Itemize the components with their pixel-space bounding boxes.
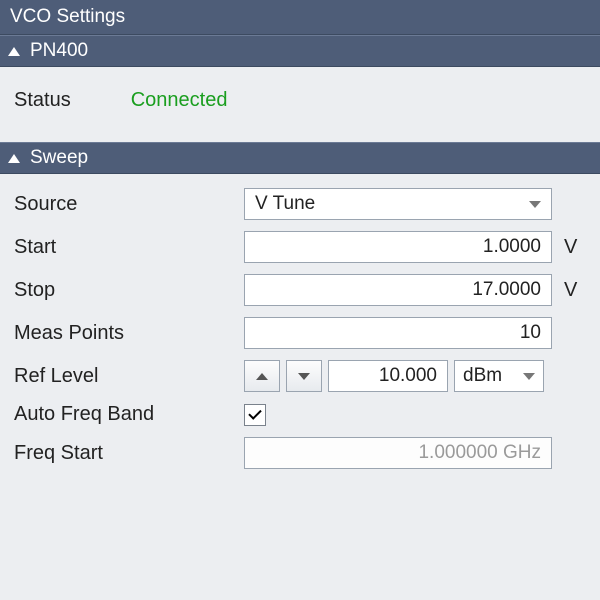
ref-level-input[interactable] — [328, 360, 448, 392]
meas-points-label: Meas Points — [14, 322, 244, 345]
row-source: Source V Tune — [14, 188, 586, 220]
stop-label: Stop — [14, 279, 244, 302]
source-select-value: V Tune — [255, 193, 315, 215]
row-stop: Stop V — [14, 274, 586, 306]
row-ref-level: Ref Level dBm — [14, 360, 586, 392]
ref-level-label: Ref Level — [14, 365, 244, 388]
start-label: Start — [14, 236, 244, 259]
section-sweep-name: Sweep — [30, 147, 88, 169]
source-select[interactable]: V Tune — [244, 188, 552, 220]
ref-level-up-button[interactable] — [244, 360, 280, 392]
section-device-name: PN400 — [30, 40, 88, 62]
triangle-down-icon — [298, 373, 310, 380]
auto-freq-band-label: Auto Freq Band — [14, 403, 244, 426]
row-freq-start: Freq Start — [14, 437, 586, 469]
row-meas-points: Meas Points — [14, 317, 586, 349]
ref-level-unit-value: dBm — [463, 365, 502, 387]
collapse-icon — [8, 154, 20, 163]
triangle-up-icon — [256, 373, 268, 380]
ref-level-down-button[interactable] — [286, 360, 322, 392]
ref-level-unit-select[interactable]: dBm — [454, 360, 544, 392]
source-label: Source — [14, 193, 244, 216]
panel-title: VCO Settings — [0, 0, 600, 35]
start-unit: V — [564, 236, 586, 259]
meas-points-input[interactable] — [244, 317, 552, 349]
row-auto-freq-band: Auto Freq Band — [14, 403, 586, 426]
chevron-down-icon — [523, 373, 535, 380]
chevron-down-icon — [529, 201, 541, 208]
status-value: Connected — [131, 89, 228, 112]
freq-start-label: Freq Start — [14, 442, 244, 465]
stop-unit: V — [564, 279, 586, 302]
section-sweep-header[interactable]: Sweep — [0, 142, 600, 174]
check-icon — [248, 406, 261, 419]
row-start: Start V — [14, 231, 586, 263]
auto-freq-band-checkbox[interactable] — [244, 404, 266, 426]
start-input[interactable] — [244, 231, 552, 263]
freq-start-input — [244, 437, 552, 469]
status-block: Status Connected — [0, 67, 600, 142]
collapse-icon — [8, 47, 20, 56]
sweep-form: Source V Tune Start V Stop V Meas Points — [0, 174, 600, 494]
section-device-header[interactable]: PN400 — [0, 35, 600, 67]
status-label: Status — [14, 89, 71, 112]
stop-input[interactable] — [244, 274, 552, 306]
